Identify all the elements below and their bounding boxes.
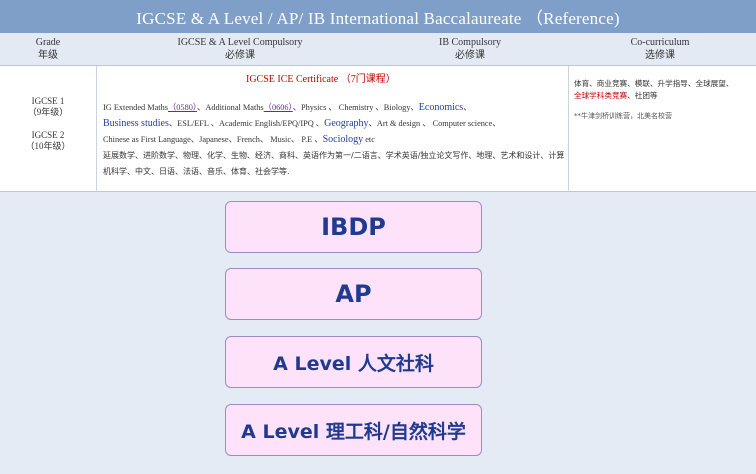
table-content-row: IGCSE ICE Certificate （7门课程） IGCSE 1 （9年… [0,66,756,192]
subject-line-2: Business studies、ESL/EFL 、Academic Engli… [103,118,501,129]
header-grade: Grade 年级 [35,37,61,61]
column-divider [568,66,569,192]
certificate-title: IGCSE ICE Certificate （7门课程） [246,74,396,85]
subject-line-3: Chinese as First Language、Japanese、Frenc… [103,134,375,145]
subject-line-1: IG Extended Maths（0580）、Additional Maths… [103,102,472,113]
table-header: Grade 年级 IGCSE & A Level Compulsory 必修课 … [0,33,756,66]
grade-list: IGCSE 1 （9年级） IGCSE 2 （10年级） [25,96,71,151]
program-ibdp: IBDP [225,201,482,253]
page-title: IGCSE & A Level / AP/ IB International B… [0,0,756,33]
program-alevel-science: A Level 理工科/自然科学 [225,404,482,456]
header-ib: IB Compulsory 必修课 [439,37,501,61]
program-ap: AP [225,268,482,320]
header-cocurriculum: Co-curriculum 选修课 [630,37,690,61]
cocurriculum-list: 体育、商业竞赛、模联、升学指导、全球展望、 全球学科类竞赛、社团等 **牛津剑桥… [574,78,754,122]
column-divider [96,66,97,192]
header-igcse: IGCSE & A Level Compulsory 必修课 [177,37,303,61]
subject-list-chinese: 延展数学、进阶数学、物理、化学、生物、经济、商科、英语作为第一/二语言、学术英语… [103,151,565,176]
cocurriculum-note: **牛津剑桥训练营，北美名校营 [574,112,672,120]
program-alevel-humanities: A Level 人文社科 [225,336,482,388]
subject-list: IG Extended Maths（0580）、Additional Maths… [103,100,565,180]
